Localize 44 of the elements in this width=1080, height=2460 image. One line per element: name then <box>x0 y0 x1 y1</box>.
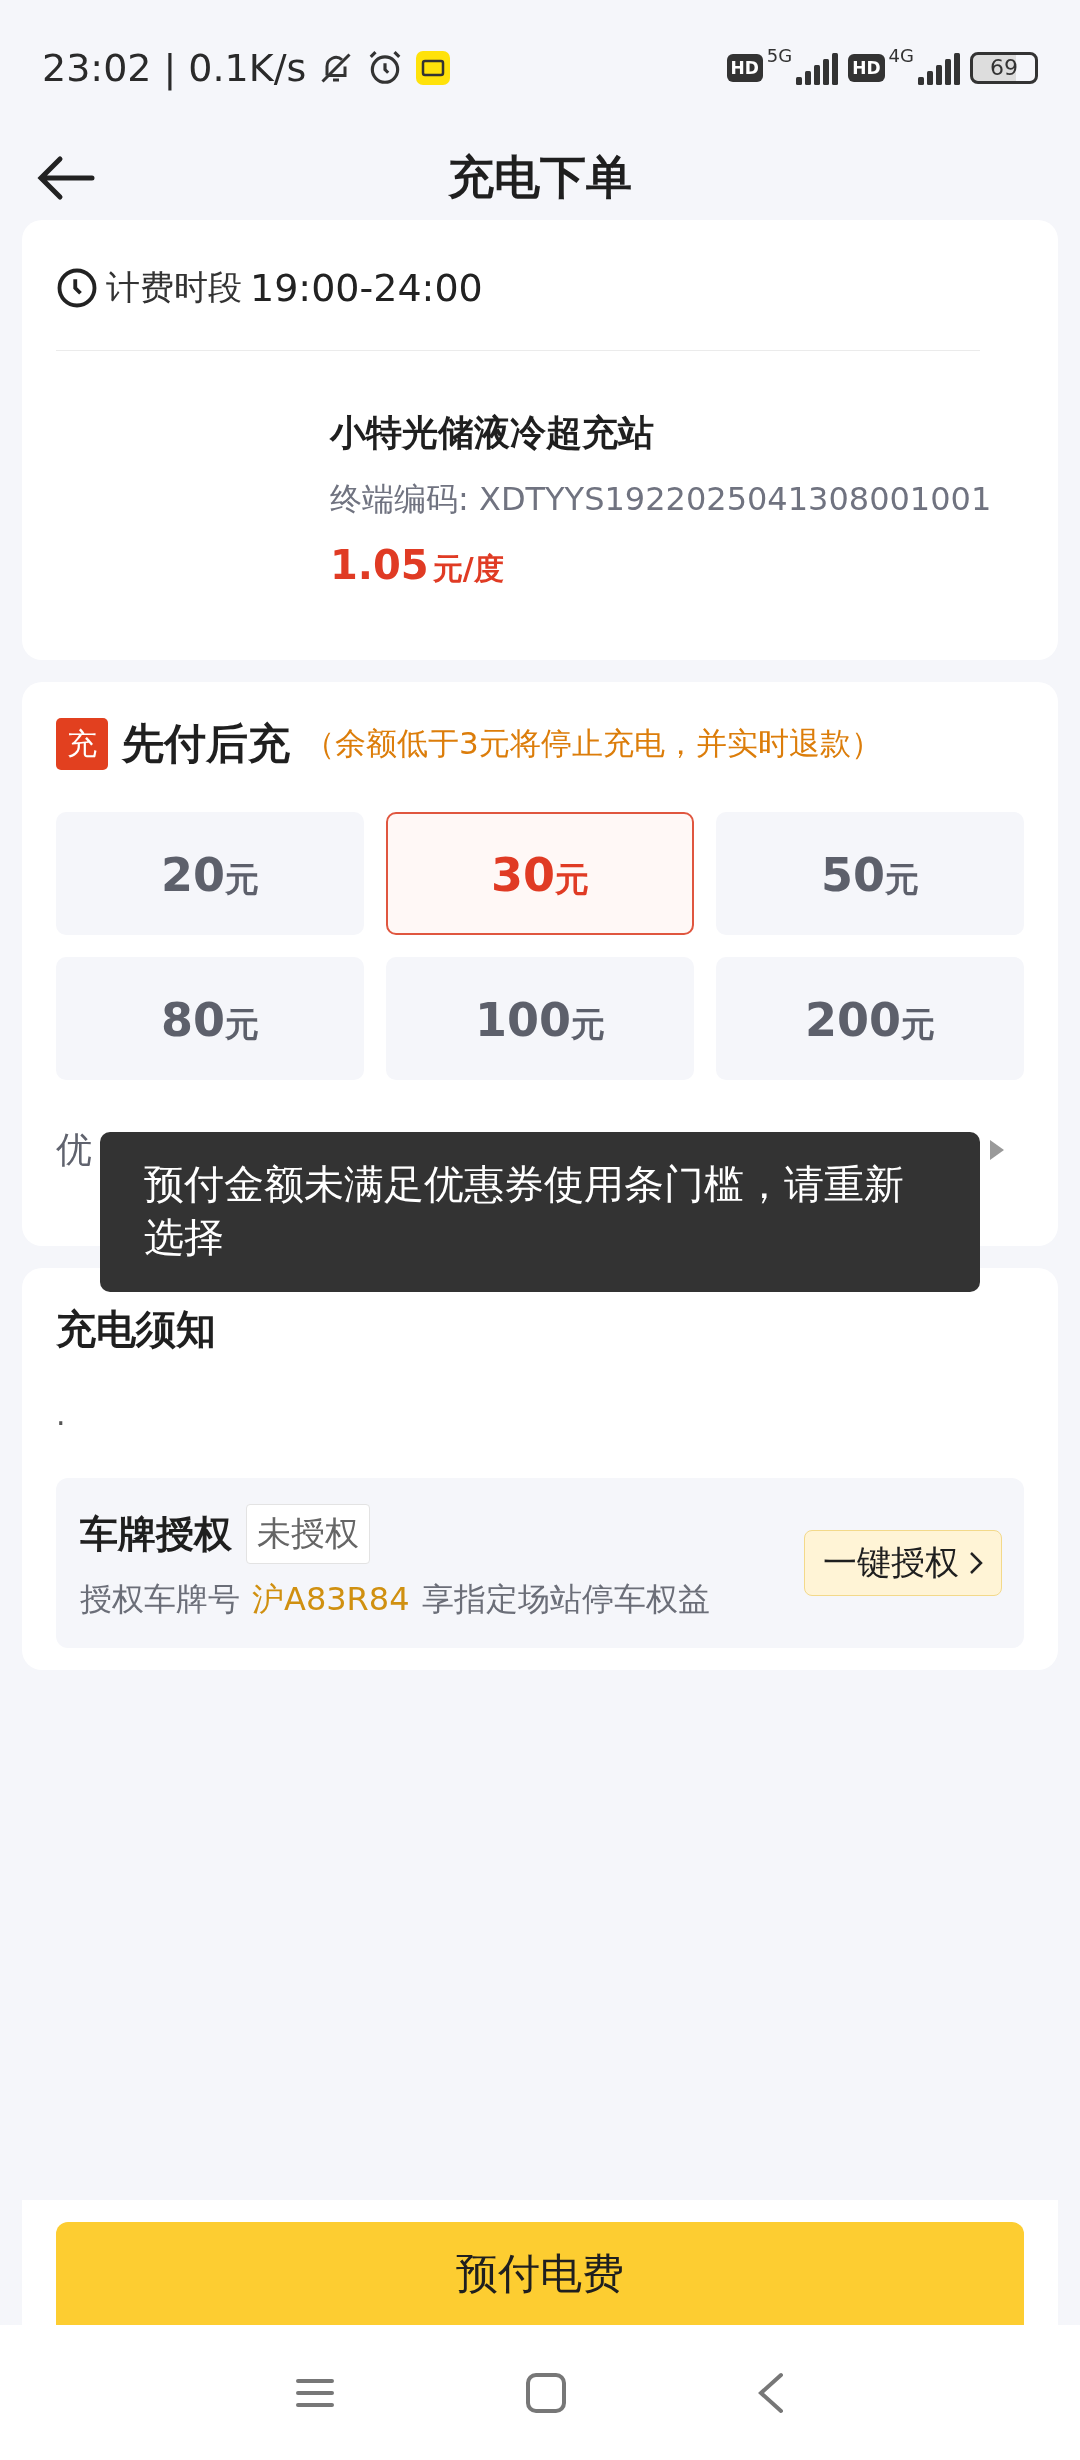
back-button[interactable] <box>36 153 96 203</box>
plate-desc: 授权车牌号 <box>80 1579 240 1620</box>
signal-icon <box>918 50 962 85</box>
billing-period: 19:00-24:00 <box>250 266 483 310</box>
amount-option[interactable]: 100元 <box>386 957 694 1080</box>
clock-time: 23:02 <box>42 45 152 90</box>
page-title: 充电下单 <box>448 148 632 206</box>
app-icon <box>416 50 451 85</box>
network-type: 5G <box>766 44 793 66</box>
back-icon[interactable] <box>757 2371 785 2414</box>
notice-text: . <box>56 1397 66 1432</box>
network-type: 4G <box>888 44 914 66</box>
price-unit: 元/度 <box>432 550 504 588</box>
prepay-button[interactable]: 预付电费 <box>56 2222 1024 2325</box>
authorize-button[interactable]: 一键授权 <box>804 1530 1002 1596</box>
signal-icon <box>796 50 841 85</box>
section-title: 充电须知 <box>56 1306 216 1352</box>
section-title: 先付后充 <box>122 718 290 770</box>
hd-badge: HD <box>726 53 763 82</box>
plate-desc: 享指定场站停车权益 <box>421 1579 710 1620</box>
billing-label: 计费时段 <box>106 266 242 309</box>
home-icon[interactable] <box>525 2371 567 2414</box>
station-name: 小特光储液冷超充站 <box>330 411 655 455</box>
amount-option[interactable]: 80元 <box>56 957 364 1080</box>
clock-icon <box>56 267 98 309</box>
prepay-note: （余额低于3元将停止充电，并实时退款） <box>304 724 882 763</box>
separator: | <box>163 45 177 90</box>
hd-badge: HD <box>848 53 885 82</box>
terminal-code: 终端编码: XDTYYS1922025041308001001 <box>330 479 993 520</box>
plate-auth-title: 车牌授权 <box>80 1510 232 1558</box>
toast-message: 预付金额未满足优惠券使用条门槛，请重新选择 <box>100 1132 980 1292</box>
coupon-label: 优 <box>56 1127 92 1172</box>
amount-option[interactable]: 50元 <box>716 812 1024 935</box>
auth-status-tag: 未授权 <box>246 1504 370 1564</box>
price: 1.05 <box>330 542 429 588</box>
amount-option[interactable]: 30元 <box>386 812 694 935</box>
amount-option[interactable]: 200元 <box>716 957 1024 1080</box>
charge-badge: 充 <box>56 718 108 770</box>
network-speed: 0.1K/s <box>188 45 307 90</box>
amount-option[interactable]: 20元 <box>56 812 364 935</box>
chevron-right-icon <box>969 1551 983 1575</box>
battery-level: 69 <box>990 55 1018 80</box>
plate-number: 沪A83R84 <box>252 1579 410 1620</box>
caret-icon <box>990 1140 1004 1160</box>
